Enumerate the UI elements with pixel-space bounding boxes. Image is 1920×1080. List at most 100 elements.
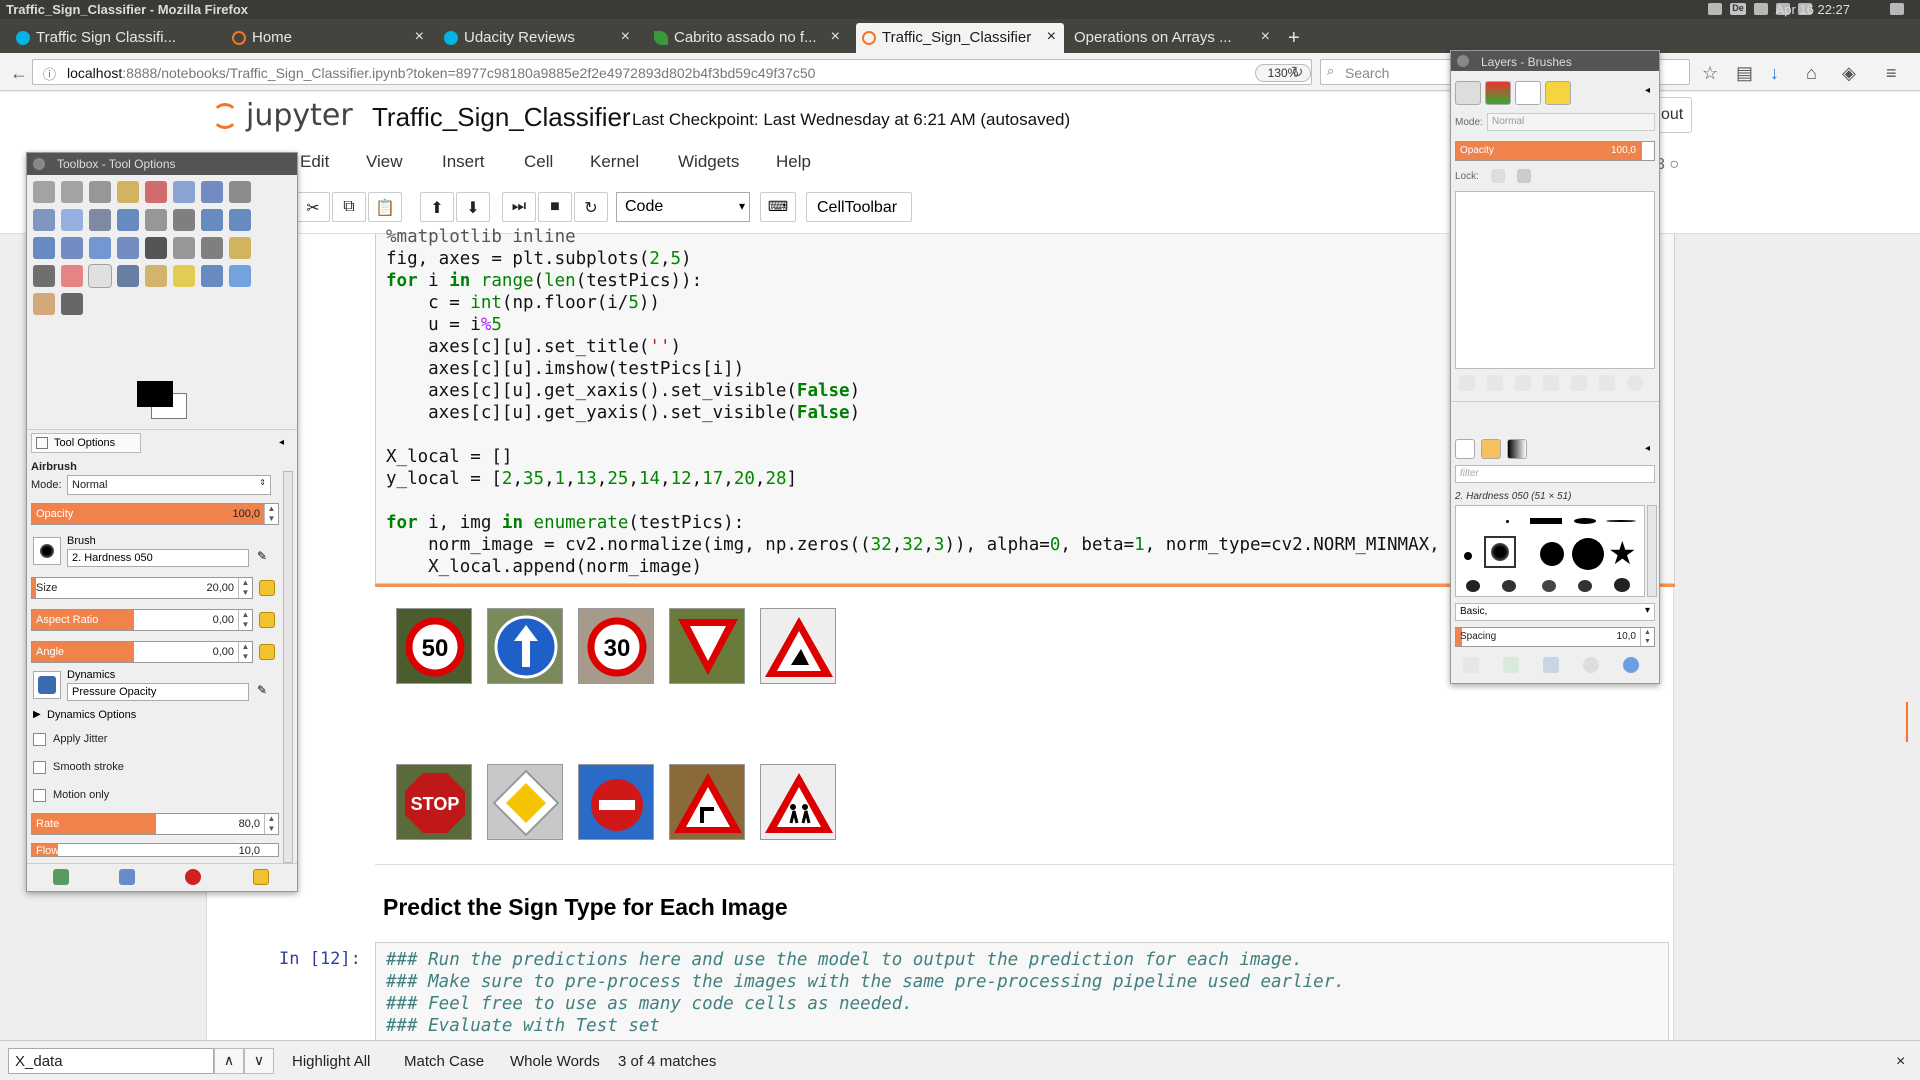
brush-item[interactable] xyxy=(1540,542,1564,566)
panel-menu-icon[interactable]: ◂ xyxy=(1645,443,1650,454)
gimp-layers-brushes-window[interactable]: Layers - Brushes ◂ Mode: Normal Opacity 1… xyxy=(1450,50,1660,684)
bucket-fill-icon[interactable] xyxy=(173,237,195,259)
smudge-icon[interactable] xyxy=(33,293,55,315)
gradients-tab-icon[interactable] xyxy=(1507,439,1527,459)
find-next-icon[interactable]: ∨ xyxy=(244,1048,274,1074)
selected-brush-highlight[interactable] xyxy=(1484,536,1516,568)
duplicate-brush-icon[interactable] xyxy=(1543,657,1559,673)
run-next-icon[interactable]: ⏭ xyxy=(502,192,536,222)
color-picker-icon[interactable] xyxy=(33,209,55,231)
angle-slider[interactable]: Angle 0,00 ▲ ▼ xyxy=(31,641,253,663)
settings-gear-icon[interactable] xyxy=(1890,3,1904,15)
raise-layer-icon[interactable] xyxy=(1515,375,1531,391)
text-icon[interactable] xyxy=(145,237,167,259)
tab-traffic-sign-classifier[interactable]: Traffic_Sign_Classifier × xyxy=(856,23,1064,53)
celltoolbar-button[interactable]: CellToolbar xyxy=(806,192,912,222)
panel-menu-icon[interactable]: ◂ xyxy=(279,437,284,448)
close-icon[interactable]: × xyxy=(415,28,424,46)
layers-titlebar[interactable]: Layers - Brushes xyxy=(1451,51,1659,71)
menu-widgets[interactable]: Widgets xyxy=(678,152,739,172)
brush-grid[interactable]: ★ xyxy=(1455,505,1645,597)
spin-button[interactable]: ▲ ▼ xyxy=(238,610,252,630)
lock-pixels-icon[interactable] xyxy=(1491,169,1505,183)
paste-icon[interactable]: 📋 xyxy=(368,192,402,222)
close-icon[interactable]: × xyxy=(621,28,630,46)
tab-cabrito[interactable]: Cabrito assado no f... × xyxy=(648,23,848,53)
anchor-layer-icon[interactable] xyxy=(1599,375,1615,391)
brushes-tab-icon[interactable] xyxy=(1455,439,1475,459)
scale-icon[interactable] xyxy=(229,209,251,231)
back-arrow-icon[interactable]: ← xyxy=(10,63,28,84)
measure-icon[interactable] xyxy=(89,209,111,231)
markdown-heading[interactable]: Predict the Sign Type for Each Image xyxy=(383,894,788,921)
color-select-icon[interactable] xyxy=(145,181,167,203)
menu-kernel[interactable]: Kernel xyxy=(590,152,639,172)
notebook-name[interactable]: Traffic_Sign_Classifier xyxy=(372,102,631,133)
brush-set-select[interactable]: Basic, ▾ xyxy=(1455,603,1655,621)
keyboard-icon[interactable]: ⌨ xyxy=(760,192,796,222)
ellipse-select-icon[interactable] xyxy=(61,181,83,203)
tab-udacity-reviews[interactable]: Udacity Reviews × xyxy=(438,23,638,53)
menu-view[interactable]: View xyxy=(366,152,403,172)
save-options-icon[interactable] xyxy=(53,869,69,885)
lasso-icon[interactable] xyxy=(89,181,111,203)
paths-tab-icon[interactable] xyxy=(1515,81,1541,105)
download-icon[interactable]: ↓ xyxy=(1770,63,1779,84)
rotate-icon[interactable] xyxy=(201,209,223,231)
brush-item[interactable] xyxy=(1614,578,1630,592)
apply-jitter-checkbox[interactable] xyxy=(33,733,46,746)
brush-name-field[interactable]: 2. Hardness 050 xyxy=(67,549,249,567)
move-down-icon[interactable]: ⬇ xyxy=(456,192,490,222)
close-icon[interactable]: × xyxy=(1896,1053,1905,1071)
jupyter-logo[interactable]: jupyter xyxy=(212,98,353,133)
paintbrush-icon[interactable] xyxy=(33,265,55,287)
brush-item[interactable] xyxy=(1530,518,1562,524)
channels-tab-icon[interactable] xyxy=(1485,81,1511,105)
duplicate-layer-icon[interactable] xyxy=(1571,375,1587,391)
tool-options-tab[interactable]: Tool Options xyxy=(31,433,141,453)
keyboard-layout[interactable]: De xyxy=(1730,3,1746,15)
reset-angle-icon[interactable] xyxy=(259,644,275,660)
expander-arrow-icon[interactable]: ▶ xyxy=(33,709,41,720)
paths-icon[interactable] xyxy=(229,181,251,203)
options-scrollbar[interactable] xyxy=(283,471,293,863)
layers-tab-icon[interactable] xyxy=(1455,81,1481,105)
patterns-tab-icon[interactable] xyxy=(1481,439,1501,459)
menu-edit[interactable]: Edit xyxy=(300,152,329,172)
perspective-clone-icon[interactable] xyxy=(201,265,223,287)
undo-history-tab-icon[interactable] xyxy=(1545,81,1571,105)
smooth-stroke-checkbox[interactable] xyxy=(33,761,46,774)
brush-scrollbar[interactable] xyxy=(1647,505,1657,597)
brush-item[interactable] xyxy=(1572,538,1604,570)
pencil-icon[interactable] xyxy=(229,237,251,259)
move-icon[interactable] xyxy=(117,209,139,231)
eraser-icon[interactable] xyxy=(61,265,83,287)
scissors-select-icon[interactable] xyxy=(173,181,195,203)
brush-filter-input[interactable]: filter xyxy=(1455,465,1655,483)
spin-button[interactable]: ▲ ▼ xyxy=(264,504,278,524)
new-tab-button[interactable]: + xyxy=(1280,21,1310,51)
reset-size-icon[interactable] xyxy=(259,580,275,596)
brush-item[interactable] xyxy=(1502,580,1516,592)
new-brush-icon[interactable] xyxy=(1503,657,1519,673)
spin-button[interactable]: ▲ ▼ xyxy=(238,578,252,598)
find-input[interactable]: X_data xyxy=(8,1048,214,1074)
reset-options-icon[interactable] xyxy=(253,869,269,885)
spin-button[interactable]: ▲ ▼ xyxy=(1640,628,1654,646)
airbrush-icon[interactable] xyxy=(88,264,112,288)
brush-item[interactable] xyxy=(1606,520,1636,522)
tab-home[interactable]: Home × xyxy=(226,23,432,53)
brush-item[interactable] xyxy=(1464,552,1472,560)
home-icon[interactable]: ⌂ xyxy=(1806,63,1817,84)
brush-item[interactable] xyxy=(1542,580,1556,592)
clone-icon[interactable] xyxy=(145,265,167,287)
menu-help[interactable]: Help xyxy=(776,152,811,172)
whole-words-toggle[interactable]: Whole Words xyxy=(510,1053,600,1070)
foreground-select-icon[interactable] xyxy=(201,181,223,203)
restart-icon[interactable]: ↻ xyxy=(574,192,608,222)
copy-icon[interactable]: ⧉ xyxy=(332,192,366,222)
find-previous-icon[interactable]: ∧ xyxy=(214,1048,244,1074)
aspect-ratio-slider[interactable]: Aspect Ratio 0,00 ▲ ▼ xyxy=(31,609,253,631)
url-bar[interactable]: ⓘ localhost:8888/notebooks/Traffic_Sign_… xyxy=(32,59,1312,85)
brush-item[interactable] xyxy=(1578,580,1592,592)
